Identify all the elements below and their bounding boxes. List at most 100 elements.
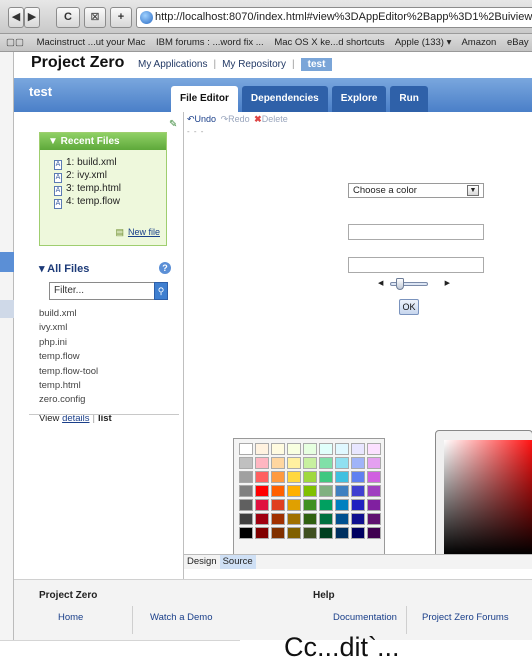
color-swatch[interactable] bbox=[271, 513, 285, 525]
color-swatch[interactable] bbox=[367, 499, 381, 511]
color-swatch[interactable] bbox=[319, 471, 333, 483]
color-swatch[interactable] bbox=[303, 471, 317, 483]
color-swatch[interactable] bbox=[255, 471, 269, 483]
color-swatch[interactable] bbox=[351, 499, 365, 511]
color-swatch[interactable] bbox=[271, 471, 285, 483]
color-swatch[interactable] bbox=[303, 457, 317, 469]
color-swatch[interactable] bbox=[319, 485, 333, 497]
color-swatch[interactable] bbox=[367, 527, 381, 539]
color-swatch[interactable] bbox=[287, 457, 301, 469]
file-item[interactable]: temp.html bbox=[39, 379, 167, 393]
color-swatch[interactable] bbox=[335, 457, 349, 469]
color-swatch[interactable] bbox=[351, 443, 365, 455]
color-swatch[interactable] bbox=[287, 513, 301, 525]
footer-link-forums[interactable]: Project Zero Forums bbox=[422, 612, 509, 623]
color-swatch[interactable] bbox=[367, 485, 381, 497]
color-swatch[interactable] bbox=[303, 499, 317, 511]
color-swatch[interactable] bbox=[255, 499, 269, 511]
color-swatch[interactable] bbox=[255, 527, 269, 539]
color-swatch[interactable] bbox=[271, 499, 285, 511]
color-swatch[interactable] bbox=[271, 527, 285, 539]
footer-link-documentation[interactable]: Documentation bbox=[333, 612, 397, 623]
color-swatch[interactable] bbox=[239, 499, 253, 511]
back-button[interactable]: ◀ bbox=[8, 7, 24, 28]
bookmark-ibm-forums[interactable]: IBM forums : ...word fix ... bbox=[156, 37, 264, 48]
bookmark-macinstruct[interactable]: Macinstruct ...ut your Mac bbox=[37, 37, 146, 48]
color-swatch[interactable] bbox=[335, 443, 349, 455]
file-item[interactable]: temp.flow bbox=[39, 350, 167, 364]
tab-dependencies[interactable]: Dependencies bbox=[241, 86, 328, 112]
slider[interactable]: ◀ ▶ bbox=[378, 278, 450, 290]
bookmark-macos-shortcuts[interactable]: Mac OS X ke...d shortcuts bbox=[274, 37, 384, 48]
delete-button[interactable]: ✖Delete bbox=[254, 114, 288, 124]
color-swatch[interactable] bbox=[335, 485, 349, 497]
tab-run[interactable]: Run bbox=[390, 86, 428, 112]
file-item[interactable]: php.ini bbox=[39, 336, 167, 350]
help-icon[interactable]: ? bbox=[159, 262, 171, 274]
file-item[interactable]: ivy.xml bbox=[39, 321, 167, 335]
filter-input[interactable]: Filter... ⚲ bbox=[49, 282, 168, 300]
recent-files-header[interactable]: ▼ Recent Files bbox=[40, 133, 166, 150]
color-swatch[interactable] bbox=[271, 443, 285, 455]
recent-file-item[interactable]: A 4: temp.flow bbox=[54, 195, 166, 209]
chevron-down-icon[interactable]: ▼ bbox=[467, 185, 479, 196]
color-swatch[interactable] bbox=[351, 457, 365, 469]
bookmark-ebay[interactable]: eBay bbox=[507, 37, 529, 48]
color-swatch[interactable] bbox=[335, 513, 349, 525]
file-item[interactable]: zero.config bbox=[39, 393, 167, 407]
new-file-link[interactable]: ▤ New file bbox=[115, 227, 160, 238]
slider-thumb[interactable] bbox=[396, 278, 404, 290]
color-swatch[interactable] bbox=[239, 471, 253, 483]
forward-button[interactable]: ▶ bbox=[24, 7, 40, 28]
color-swatch[interactable] bbox=[303, 485, 317, 497]
color-swatch[interactable] bbox=[287, 485, 301, 497]
bookmark-amazon[interactable]: Amazon bbox=[461, 37, 496, 48]
color-swatch[interactable] bbox=[351, 471, 365, 483]
file-item[interactable]: temp.flow-tool bbox=[39, 365, 167, 379]
color-swatch[interactable] bbox=[319, 527, 333, 539]
color-swatch[interactable] bbox=[287, 471, 301, 483]
color-swatch[interactable] bbox=[287, 499, 301, 511]
search-icon[interactable]: ⚲ bbox=[154, 282, 168, 300]
pin-icon[interactable]: ✎ bbox=[169, 119, 177, 130]
color-swatch[interactable] bbox=[271, 485, 285, 497]
text-field-1[interactable] bbox=[348, 224, 484, 240]
tab-design[interactable]: Design bbox=[184, 555, 220, 569]
bookmark-apple[interactable]: Apple (133) ▾ bbox=[395, 37, 452, 48]
all-files-header[interactable]: ▾ All Files bbox=[39, 262, 167, 275]
footer-link-home[interactable]: Home bbox=[58, 612, 83, 623]
color-swatch[interactable] bbox=[287, 443, 301, 455]
color-swatch[interactable] bbox=[319, 499, 333, 511]
color-swatch[interactable] bbox=[255, 457, 269, 469]
color-swatch[interactable] bbox=[367, 513, 381, 525]
color-swatch[interactable] bbox=[303, 527, 317, 539]
color-swatch[interactable] bbox=[255, 485, 269, 497]
color-swatch[interactable] bbox=[255, 443, 269, 455]
color-picker[interactable] bbox=[435, 430, 532, 565]
color-swatch[interactable] bbox=[319, 457, 333, 469]
color-swatch[interactable] bbox=[319, 443, 333, 455]
snapback-icon[interactable]: ⊠ bbox=[84, 7, 106, 28]
color-swatch[interactable] bbox=[351, 513, 365, 525]
recent-file-item[interactable]: A 1: build.xml bbox=[54, 156, 166, 170]
color-swatch[interactable] bbox=[303, 513, 317, 525]
reload-button[interactable]: C bbox=[56, 7, 80, 28]
color-swatch[interactable] bbox=[239, 527, 253, 539]
color-swatch[interactable] bbox=[271, 457, 285, 469]
address-bar[interactable]: http://localhost:8070/index.html#view%3D… bbox=[136, 7, 532, 28]
text-field-2[interactable] bbox=[348, 257, 484, 273]
undo-button[interactable]: ↶Undo bbox=[187, 114, 216, 124]
arrow-left-icon[interactable]: ◀ bbox=[378, 279, 383, 287]
ok-button[interactable]: OK bbox=[399, 299, 419, 315]
tab-explore[interactable]: Explore bbox=[331, 86, 387, 112]
color-swatch[interactable] bbox=[351, 485, 365, 497]
color-swatch[interactable] bbox=[239, 457, 253, 469]
arrow-right-icon[interactable]: ▶ bbox=[445, 279, 450, 287]
design-canvas[interactable]: Choose a color ▼ ◀ ▶ OK bbox=[184, 126, 532, 565]
tab-file-editor[interactable]: File Editor bbox=[171, 86, 238, 112]
site-title[interactable]: Project Zero bbox=[31, 54, 124, 72]
color-swatch[interactable] bbox=[367, 457, 381, 469]
color-swatch[interactable] bbox=[239, 485, 253, 497]
nav-my-repository[interactable]: My Repository bbox=[222, 59, 286, 70]
add-bookmark-button[interactable]: + bbox=[110, 7, 132, 28]
